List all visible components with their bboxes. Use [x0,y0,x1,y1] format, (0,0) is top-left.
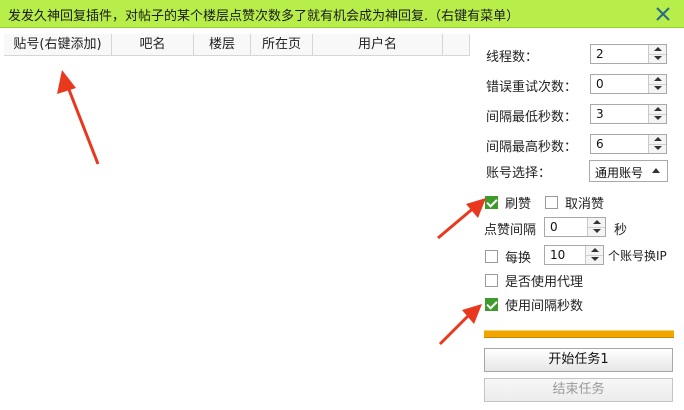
min-interval-down-arrow-icon[interactable] [649,114,666,123]
threads-stepper[interactable]: 2 [590,44,667,64]
switch-ip-suffix: 个账号换IP [608,249,667,263]
threads-value: 2 [596,47,604,61]
like-label: 刷赞 [505,197,532,212]
close-icon [656,7,670,21]
column-page[interactable]: 所在页 [251,34,313,56]
use-interval-label: 使用间隔秒数 [505,299,584,314]
min-interval-label: 间隔最低秒数： [486,110,578,125]
title-bar: 发发久神回复插件，对帖子的某个楼层点赞次数多了就有机会成为神回复.（右键有菜单） [0,0,684,28]
column-floor[interactable]: 楼层 [194,34,251,56]
account-label: 账号选择： [486,166,552,181]
switch-ip-value: 10 [550,248,566,262]
like-interval-down-arrow-icon[interactable] [588,227,605,236]
retries-label: 错误重试次数： [486,80,578,95]
dropdown-arrow-icon [652,168,660,173]
max-interval-label: 间隔最高秒数： [486,140,578,155]
switch-ip-prefix: 每换 [505,251,532,266]
window-title: 发发久神回复插件，对帖子的某个楼层点赞次数多了就有机会成为神回复.（右键有菜单） [8,9,520,24]
like-interval-stepper-buttons [587,218,605,236]
proxy-label: 是否使用代理 [505,275,584,290]
proxy-checkbox[interactable] [485,274,498,287]
account-select-value: 通用账号 [595,166,644,180]
retries-down-arrow-icon[interactable] [649,84,666,93]
like-interval-value: 0 [550,220,558,234]
min-interval-value: 3 [596,107,604,121]
client-area: 贴号(右键添加) 吧名 楼层 所在页 用户名 线程数： 2 错误重试次数： 0 … [0,28,684,410]
switch-ip-stepper[interactable]: 10 [544,245,604,265]
threads-down-arrow-icon[interactable] [649,54,666,63]
min-interval-stepper[interactable]: 3 [590,104,667,124]
close-button[interactable] [652,3,674,25]
annotation-arrow-icon [437,198,486,240]
threads-stepper-buttons [648,45,666,63]
start-task-button[interactable]: 开始任务1 [484,348,673,372]
stop-task-button[interactable]: 结束任务 [484,378,673,402]
column-username[interactable]: 用户名 [313,34,443,56]
min-interval-stepper-buttons [648,105,666,123]
column-post-id[interactable]: 贴号(右键添加) [4,34,112,56]
retries-value: 0 [596,77,604,91]
max-interval-value: 6 [596,137,604,151]
max-interval-down-arrow-icon[interactable] [649,144,666,153]
retries-stepper-buttons [648,75,666,93]
account-select[interactable]: 通用账号 [589,160,668,182]
annotation-arrow-icon [57,70,100,165]
max-interval-stepper[interactable]: 6 [590,134,667,154]
like-interval-unit: 秒 [614,223,628,238]
column-extra[interactable] [443,34,470,56]
grid-header: 贴号(右键添加) 吧名 楼层 所在页 用户名 [4,34,470,56]
unlike-label: 取消赞 [565,197,605,212]
switch-ip-checkbox[interactable] [485,250,498,263]
like-interval-stepper[interactable]: 0 [544,217,606,237]
switch-ip-down-arrow-icon[interactable] [586,255,603,264]
progress-bar [484,330,674,338]
retries-stepper[interactable]: 0 [590,74,667,94]
unlike-checkbox[interactable] [545,196,558,209]
threads-label: 线程数： [486,50,539,65]
switch-ip-stepper-buttons [585,246,603,264]
annotation-arrow-icon [438,304,482,346]
max-interval-stepper-buttons [648,135,666,153]
column-forum-name[interactable]: 吧名 [112,34,194,56]
